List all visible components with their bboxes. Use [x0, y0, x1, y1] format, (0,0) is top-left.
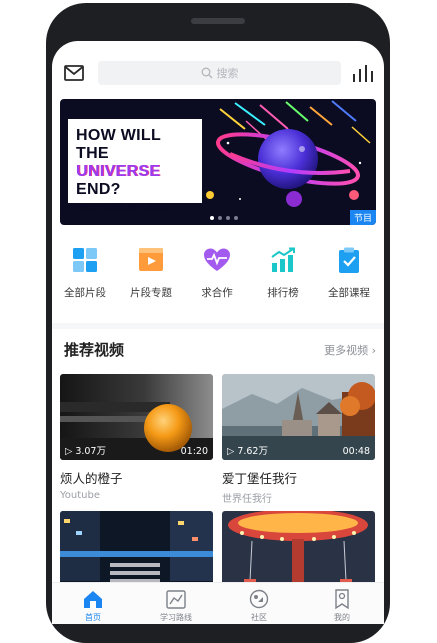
heart-pulse-icon: [204, 248, 230, 271]
banner-text-card: HOW WILL THE UNIVERSE END? /宇宙最后是怎么死的/: [68, 119, 202, 214]
video-duration: 01:20: [180, 446, 208, 457]
banner-badge: 节目: [349, 210, 376, 225]
learning-path-icon: [166, 590, 186, 609]
banner-title-line3: END?: [76, 181, 121, 198]
clipboard-check-icon: [339, 247, 359, 273]
tab-learning-path[interactable]: 学习路线: [146, 588, 206, 623]
banner-title: HOW WILL THE UNIVERSE END?: [76, 127, 194, 199]
category-cooperation[interactable]: 求合作: [184, 246, 250, 300]
category-label: 求合作: [201, 287, 233, 299]
tab-label: 首页: [85, 613, 101, 622]
carousel-dots: [210, 216, 238, 220]
category-rankings[interactable]: 排行榜: [250, 246, 316, 300]
category-label: 全部片段: [64, 287, 106, 299]
profile-icon: [335, 589, 349, 610]
tab-profile[interactable]: 我的: [312, 588, 372, 623]
app-screen: 搜索 HOW WILL THE UNIVERSE END? /宇宙最后是怎么死的…: [52, 41, 384, 624]
phone-speaker: [191, 18, 245, 24]
video-title[interactable]: 烦人的橙子: [60, 468, 213, 487]
hero-banner[interactable]: HOW WILL THE UNIVERSE END? /宇宙最后是怎么死的/ 节…: [60, 99, 376, 225]
video-source: 世界任我行: [222, 494, 272, 505]
banner-title-universe: UNIVERSE: [76, 163, 161, 180]
search-placeholder: 搜索: [216, 67, 239, 80]
section-divider: [52, 323, 384, 329]
tab-community[interactable]: 社区: [229, 588, 289, 623]
banner-title-line1: HOW WILL: [76, 127, 162, 144]
tab-label: 学习路线: [160, 613, 192, 622]
video-duration: 00:48: [342, 446, 370, 457]
search-icon: [201, 67, 212, 79]
more-videos-link[interactable]: 更多视频 ›: [324, 342, 376, 358]
carousel-dot[interactable]: [218, 216, 222, 220]
video-thumbnail[interactable]: ▷ 3.07万 01:20: [60, 374, 213, 460]
community-icon: [249, 589, 269, 609]
section-title: 推荐视频: [64, 341, 125, 359]
banner-title-the: THE: [76, 145, 109, 162]
view-count: ▷ 7.62万: [227, 446, 268, 457]
film-icon: [139, 248, 163, 271]
carousel-dot[interactable]: [234, 216, 238, 220]
bottom-tab-bar: 首页 学习路线 社区 我的: [52, 582, 384, 624]
category-all-courses[interactable]: 全部课程: [316, 246, 382, 300]
category-all-clips[interactable]: 全部片段: [52, 246, 118, 300]
banner-subtitle: /宇宙最后是怎么死的/: [76, 204, 170, 214]
top-bar: 搜索: [52, 57, 384, 89]
category-label: 片段专题: [130, 287, 172, 299]
grid-icon: [73, 248, 97, 272]
home-icon: [84, 591, 102, 608]
chart-rising-icon: [271, 247, 295, 272]
video-thumbnail[interactable]: ▷ 7.62万 00:48: [222, 374, 375, 460]
category-label: 全部课程: [328, 287, 370, 299]
tab-home[interactable]: 首页: [63, 588, 123, 623]
video-card[interactable]: ▷ 3.07万 01:20 烦人的橙子 Youtube: [60, 374, 213, 501]
banner-title-line2: THE UNIVERSE: [76, 145, 194, 181]
search-input[interactable]: 搜索: [98, 61, 341, 85]
stats-icon[interactable]: [352, 63, 374, 83]
carousel-dot[interactable]: [226, 216, 230, 220]
mail-icon[interactable]: [64, 63, 84, 83]
video-card[interactable]: ▷ 7.62万 00:48 爱丁堡任我行 世界任我行: [222, 374, 375, 505]
video-source: Youtube: [60, 490, 100, 501]
category-row: 全部片段 片段专题 求合作 排行榜 全部课程: [52, 246, 384, 310]
carousel-dot[interactable]: [210, 216, 214, 220]
category-label: 排行榜: [267, 287, 299, 299]
tab-label: 我的: [334, 613, 350, 622]
category-clip-topics[interactable]: 片段专题: [118, 246, 184, 300]
video-title[interactable]: 爱丁堡任我行: [222, 468, 375, 487]
view-count: ▷ 3.07万: [65, 446, 106, 457]
tab-label: 社区: [251, 613, 267, 622]
